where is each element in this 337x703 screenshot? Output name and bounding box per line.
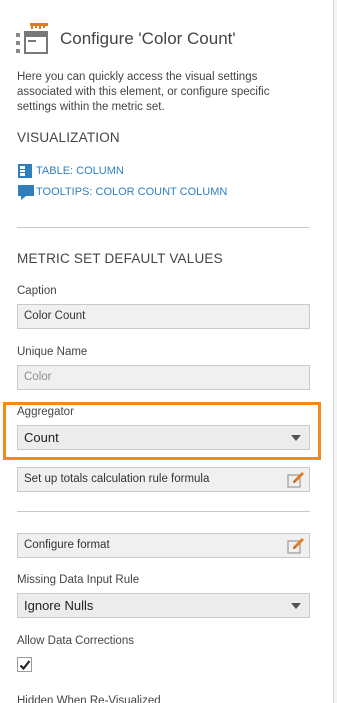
aggregator-select[interactable]: Count (17, 425, 310, 450)
configure-panel-icon (16, 23, 50, 55)
unique-name-label: Unique Name (17, 346, 88, 358)
configure-format-button[interactable]: Configure format (17, 533, 310, 558)
missing-data-select[interactable]: Ignore Nulls (17, 593, 310, 618)
panel-description: Here you can quickly access the visual s… (17, 71, 270, 113)
allow-corrections-checkbox[interactable] (17, 657, 32, 672)
chevron-down-icon (291, 435, 301, 441)
tooltips-link-label: TOOLTIPS: COLOR COUNT COLUMN (36, 186, 228, 198)
tooltips-link[interactable]: TOOLTIPS: COLOR COUNT COLUMN (18, 184, 227, 200)
unique-name-input[interactable]: Color (17, 365, 310, 390)
visualization-heading: VISUALIZATION (17, 130, 120, 145)
metric-defaults-heading: METRIC SET DEFAULT VALUES (17, 251, 223, 266)
caption-label: Caption (17, 285, 57, 297)
table-column-link[interactable]: TABLE: COLUMN (18, 163, 124, 179)
aggregator-value: Count (24, 430, 59, 445)
allow-corrections-label: Allow Data Corrections (17, 635, 134, 647)
caption-input[interactable]: Color Count (17, 304, 310, 329)
totals-rule-button[interactable]: Set up totals calculation rule formula (17, 467, 310, 492)
edit-pencil-icon (287, 537, 305, 555)
missing-data-label: Missing Data Input Rule (17, 574, 140, 586)
section-divider (17, 511, 310, 512)
tooltip-icon (18, 185, 34, 200)
totals-rule-label: Set up totals calculation rule formula (24, 473, 210, 485)
hidden-when-revisualized-label: Hidden When Re-Visualized (17, 695, 161, 703)
edit-pencil-icon (287, 471, 305, 489)
table-column-link-label: TABLE: COLUMN (36, 165, 124, 177)
checkmark-icon (19, 660, 31, 671)
chevron-down-icon (291, 603, 301, 609)
aggregator-label: Aggregator (17, 406, 74, 418)
section-divider (17, 227, 310, 228)
missing-data-value: Ignore Nulls (24, 598, 94, 613)
configure-format-label: Configure format (24, 539, 110, 551)
panel-title: Configure 'Color Count' (60, 29, 236, 48)
table-column-icon (18, 164, 34, 178)
